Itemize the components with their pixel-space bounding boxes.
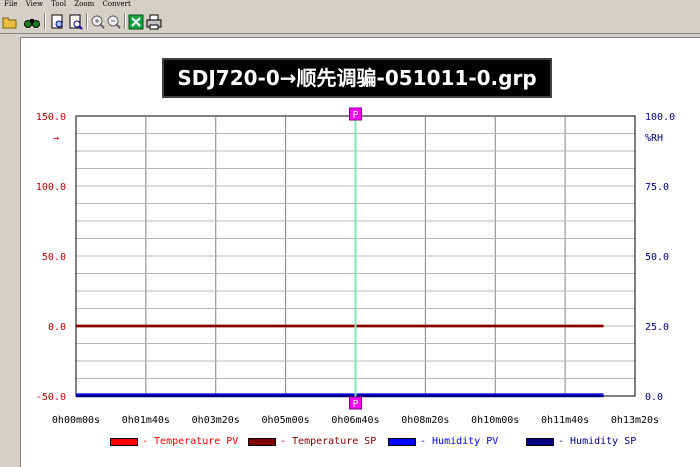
- y-left-unit-label: →: [53, 133, 59, 144]
- x-tick-label: 0h01m40s: [122, 415, 170, 426]
- legend-label: - Humidity SP: [558, 436, 637, 447]
- y-right-tick-label: 0.0: [645, 392, 663, 403]
- y-right-unit-label: %RH: [645, 133, 663, 144]
- y-left-tick-label: 100.0: [36, 182, 66, 193]
- x-tick-label: 0h11m40s: [541, 415, 589, 426]
- y-right-tick-label: 100.0: [645, 112, 675, 123]
- x-tick-label: 0h03m20s: [192, 415, 240, 426]
- y-right-tick-label: 50.0: [645, 252, 669, 263]
- cursor-marker-label: P: [352, 399, 358, 410]
- legend: - Temperature PV - Temperature SP - Humidi…: [0, 434, 700, 450]
- legend-label: - Humidity PV: [420, 436, 499, 447]
- x-tick-label: 0h06m40s: [331, 415, 379, 426]
- cursor-marker-label: P: [352, 110, 358, 121]
- legend-swatch: [110, 438, 138, 446]
- legend-swatch: [248, 438, 276, 446]
- y-right-tick-label: 75.0: [645, 182, 669, 193]
- legend-label: - Temperature SP: [280, 436, 377, 447]
- x-tick-label: 0h05m00s: [262, 415, 310, 426]
- y-left-tick-label: 50.0: [42, 252, 66, 263]
- legend-swatch: [526, 438, 554, 446]
- y-left-tick-label: -50.0: [36, 392, 66, 403]
- x-tick-label: 0h13m20s: [611, 415, 659, 426]
- legend-swatch: [388, 438, 416, 446]
- x-tick-label: 0h08m20s: [401, 415, 449, 426]
- x-tick-label: 0h00m00s: [52, 415, 100, 426]
- legend-label: - Temperature PV: [142, 436, 239, 447]
- x-tick-label: 0h10m00s: [471, 415, 519, 426]
- y-right-tick-label: 25.0: [645, 322, 669, 333]
- y-left-tick-label: 150.0: [36, 112, 66, 123]
- y-left-tick-label: 0.0: [48, 322, 66, 333]
- chart-plot: P P 0h00m00s 0h01m40s 0h03m20s 0h05m00s 0h06m…: [36, 107, 675, 426]
